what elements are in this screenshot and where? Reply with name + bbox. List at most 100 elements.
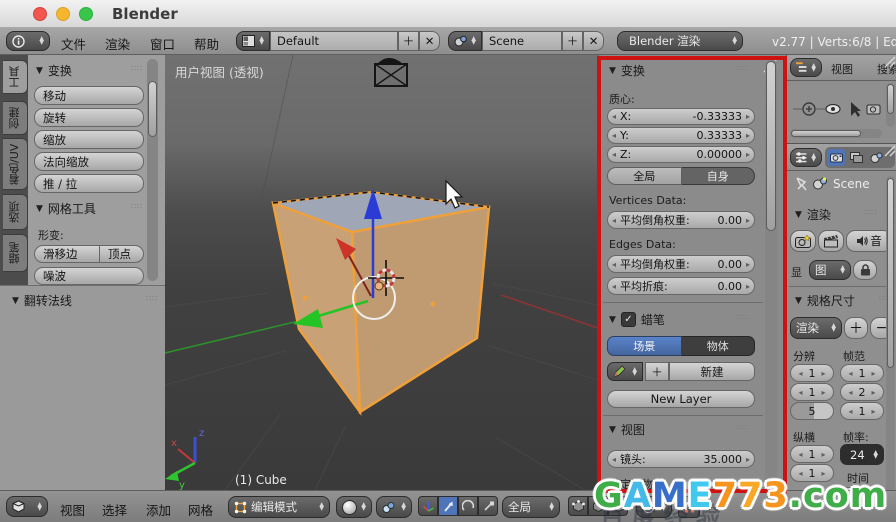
aspect-x-field[interactable]: ◂ 1 ▸	[790, 445, 834, 463]
delete-layout-button[interactable]: ✕	[419, 31, 440, 51]
scale-manipulator-button[interactable]	[478, 496, 498, 516]
decrement-arrow[interactable]: ◂	[848, 407, 852, 416]
decrement-arrow[interactable]: ◂	[798, 388, 802, 397]
tab-scene[interactable]	[867, 149, 885, 166]
frame-start-field[interactable]: ◂ 1 ▸	[840, 364, 884, 382]
panel-header-mesh-tools[interactable]: ▼ 网格工具	[36, 200, 96, 217]
tab-render-layers[interactable]	[847, 149, 865, 166]
viewport-3d[interactable]: z x y 用户视图 (透视) (1) Cube	[165, 55, 598, 490]
toolshelf-scrollbar[interactable]	[147, 59, 158, 281]
snap-toggle-button[interactable]	[678, 496, 700, 518]
proportional-edit-dropdown[interactable]: ▲ ▼	[636, 496, 672, 518]
push-pull-button[interactable]: 推 / 拉	[34, 174, 144, 193]
npanel-scrollbar[interactable]	[765, 59, 777, 486]
outliner-v-scrollbar[interactable]	[886, 83, 895, 127]
properties-scrollbar-thumb[interactable]	[887, 178, 894, 368]
mesh-menu[interactable]: 网格	[188, 500, 213, 519]
increment-arrow[interactable]: ▸	[746, 112, 750, 121]
resolution-x-field[interactable]: ◂ 1 ▸	[790, 364, 834, 382]
rotate-manipulator-button[interactable]	[458, 496, 478, 516]
menu-render[interactable]: 渲染	[105, 34, 130, 53]
preset-add-button[interactable]: ＋	[844, 317, 868, 339]
render-engine-dropdown[interactable]: Blender 渲染 ▲ ▼	[617, 31, 743, 51]
edge-slide-button[interactable]: 滑移边	[34, 245, 100, 263]
tab-render[interactable]	[827, 149, 845, 166]
noise-button[interactable]: 噪波	[34, 267, 144, 285]
tab-options[interactable]: 选项	[3, 194, 28, 230]
cube-mesh[interactable]	[271, 190, 491, 417]
panel-grip[interactable]: ∷∷	[737, 64, 749, 73]
decrement-arrow[interactable]: ◂	[612, 131, 616, 140]
panel-grip[interactable]: ∷∷	[737, 313, 749, 322]
mean-crease-slider[interactable]: ◂ 平均折痕: 0.00 ▸	[607, 277, 755, 295]
lock-interface-button[interactable]	[853, 260, 877, 280]
panel-header-transform[interactable]: ▼ 变换	[36, 62, 72, 79]
view-menu[interactable]: 视图	[60, 500, 85, 519]
increment-arrow[interactable]: ▸	[746, 282, 750, 291]
rotate-button[interactable]: 旋转	[34, 108, 144, 127]
increment-arrow[interactable]: ▸	[746, 216, 750, 225]
panel-header-view[interactable]: ▼ 视图	[609, 421, 645, 438]
increment-arrow[interactable]: ▸	[872, 388, 876, 397]
tab-shading-uv[interactable]: 着色/UV	[3, 138, 28, 190]
shrink-fatten-button[interactable]: 法向缩放	[34, 152, 144, 171]
frame-step-field[interactable]: ◂ 1 ▸	[840, 402, 884, 420]
decrement-arrow[interactable]: ◂	[612, 455, 616, 464]
orientation-local-button[interactable]: 自身	[681, 167, 755, 185]
orientation-global-button[interactable]: 全局	[607, 167, 682, 185]
grease-new-button[interactable]: 新建	[669, 362, 755, 381]
pin-icon[interactable]	[793, 176, 809, 192]
decrement-arrow[interactable]: ◂	[848, 369, 852, 378]
editor-type-dropdown-info[interactable]: ▲ ▼	[6, 31, 50, 51]
scene-name-field[interactable]: Scene	[482, 31, 562, 51]
outliner-h-scrollbar-thumb[interactable]	[791, 130, 861, 137]
render-still-button[interactable]	[790, 230, 816, 252]
outliner-v-scrollbar-thumb[interactable]	[887, 84, 894, 114]
fps-dropdown[interactable]: 24 ▲ ▼	[840, 444, 884, 465]
increment-arrow[interactable]: ▸	[746, 455, 750, 464]
orientation-dropdown[interactable]: 全局 ▲ ▼	[502, 496, 560, 518]
add-menu[interactable]: 添加	[146, 500, 171, 519]
toolshelf-scrollbar-thumb[interactable]	[148, 81, 157, 137]
scale-button[interactable]: 缩放	[34, 130, 144, 149]
scene-icon-dropdown[interactable]: ▲ ▼	[448, 31, 482, 51]
add-layout-button[interactable]: ＋	[398, 31, 419, 51]
editor-type-dropdown-3dview[interactable]: ▲ ▼	[6, 496, 48, 517]
manipulator-toggle-button[interactable]	[418, 496, 438, 516]
decrement-arrow[interactable]: ◂	[612, 282, 616, 291]
lens-field[interactable]: ◂ 镜头: 35.000 ▸	[607, 450, 755, 468]
increment-arrow[interactable]: ▸	[746, 131, 750, 140]
panel-grip[interactable]: ∷∷	[146, 294, 158, 303]
aspect-y-field[interactable]: ◂ 1 ▸	[790, 464, 834, 482]
delete-scene-button[interactable]: ✕	[583, 31, 604, 51]
increment-arrow[interactable]: ▸	[822, 450, 826, 459]
panel-header-dimensions[interactable]: ▼ 规格尺寸	[795, 292, 855, 309]
panel-header-transform[interactable]: ▼ 变换	[609, 62, 645, 79]
render-animation-button[interactable]	[818, 230, 844, 252]
decrement-arrow[interactable]: ◂	[798, 469, 802, 478]
panel-grip[interactable]: ∷∷	[865, 208, 877, 217]
panel-grip[interactable]: ∷∷	[737, 423, 749, 432]
screen-layout-icon-dropdown[interactable]: ▲ ▼	[236, 31, 270, 51]
area-corner-widget[interactable]	[884, 56, 896, 68]
new-layer-button[interactable]: New Layer	[607, 390, 755, 408]
increment-arrow[interactable]: ▸	[872, 369, 876, 378]
grease-pencil-checkbox[interactable]: ✓	[620, 312, 636, 327]
select-menu[interactable]: 选择	[102, 500, 127, 519]
decrement-arrow[interactable]: ◂	[612, 112, 616, 121]
translate-button[interactable]: 移动	[34, 86, 144, 105]
face-select-button[interactable]	[608, 496, 628, 516]
frame-end-field[interactable]: ◂ 2 ▸	[840, 383, 884, 401]
pivot-point-dropdown[interactable]: ▲ ▼	[376, 496, 412, 518]
median-x-field[interactable]: ◂ X: -0.33333 ▸	[607, 108, 755, 125]
panel-header-flip-normals[interactable]: ▼ 翻转法线	[12, 292, 72, 309]
camera-icon[interactable]	[374, 58, 408, 87]
vertex-select-button[interactable]	[568, 496, 588, 516]
render-preset-dropdown[interactable]: 渲染 ▲ ▼	[790, 317, 842, 339]
increment-arrow[interactable]: ▸	[822, 388, 826, 397]
translate-manipulator-button[interactable]	[438, 496, 458, 516]
increment-arrow[interactable]: ▸	[746, 150, 750, 159]
decrement-arrow[interactable]: ◂	[612, 260, 616, 269]
median-z-field[interactable]: ◂ Z: 0.00000 ▸	[607, 146, 755, 163]
mode-dropdown[interactable]: 编辑模式 ▲ ▼	[228, 496, 330, 518]
